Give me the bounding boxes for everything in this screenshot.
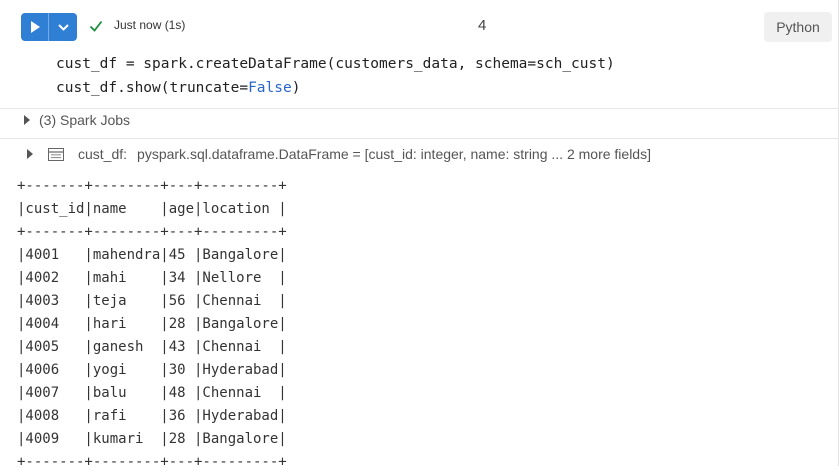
execution-status: Just now (1s): [114, 18, 186, 32]
code-editor[interactable]: cust_df = spark.createDataFrame(customer…: [56, 52, 615, 100]
code-line-1: cust_df = spark.createDataFrame(customer…: [56, 56, 615, 72]
code-token: ): [291, 80, 301, 96]
dataframe-type: pyspark.sql.dataframe.DataFrame = [cust_…: [137, 146, 651, 162]
caret-right-icon: [24, 115, 30, 125]
run-button-group: [21, 13, 77, 41]
dataframe-name: cust_df:: [78, 146, 128, 162]
spark-jobs-label: (3) Spark Jobs: [39, 112, 131, 128]
code-token: cust_df.show(truncate=: [56, 80, 249, 96]
show-output: +-------+--------+---+---------+ |cust_i…: [17, 175, 287, 474]
code-line-2: cust_df.show(truncate=False): [56, 80, 300, 96]
table-row: |4007 |balu |48 |Chennai |: [17, 385, 287, 401]
check-icon: [89, 20, 103, 32]
table-row: |4001 |mahendra|45 |Bangalore|: [17, 247, 287, 263]
table-row: |4006 |yogi |30 |Hyderabad|: [17, 362, 287, 378]
table-row: |4009 |kumari |28 |Bangalore|: [17, 431, 287, 447]
dataframe-schema-row[interactable]: cust_df: pyspark.sql.dataframe.DataFrame…: [27, 146, 651, 162]
caret-right-icon: [27, 149, 33, 159]
code-keyword: False: [248, 80, 292, 96]
table-icon: [48, 147, 64, 161]
table-row: |4003 |teja |56 |Chennai |: [17, 293, 287, 309]
run-options-button[interactable]: [49, 13, 77, 41]
table-row: |4005 |ganesh |43 |Chennai |: [17, 339, 287, 355]
table-row: |4004 |hari |28 |Bangalore|: [17, 316, 287, 332]
run-cell-button[interactable]: [21, 13, 49, 41]
notebook-cell: Just now (1s) 4 Python cust_df = spark.c…: [0, 0, 839, 470]
language-selector[interactable]: Python: [764, 12, 832, 42]
spark-jobs-toggle[interactable]: (3) Spark Jobs: [24, 112, 130, 128]
chevron-down-icon: [57, 23, 69, 31]
divider: [0, 138, 839, 139]
table-border: +-------+--------+---+---------+: [17, 224, 287, 240]
table-border: +-------+--------+---+---------+: [17, 178, 287, 194]
divider: [0, 108, 839, 109]
play-icon: [30, 21, 40, 33]
table-row: |4008 |rafi |36 |Hyderabad|: [17, 408, 287, 424]
table-border: +-------+--------+---+---------+: [17, 454, 287, 470]
cell-toolbar: Just now (1s) 4 Python: [0, 0, 839, 52]
cell-number: 4: [478, 17, 487, 34]
table-row: |4002 |mahi |34 |Nellore |: [17, 270, 287, 286]
table-header: |cust_id|name |age|location |: [17, 201, 287, 217]
